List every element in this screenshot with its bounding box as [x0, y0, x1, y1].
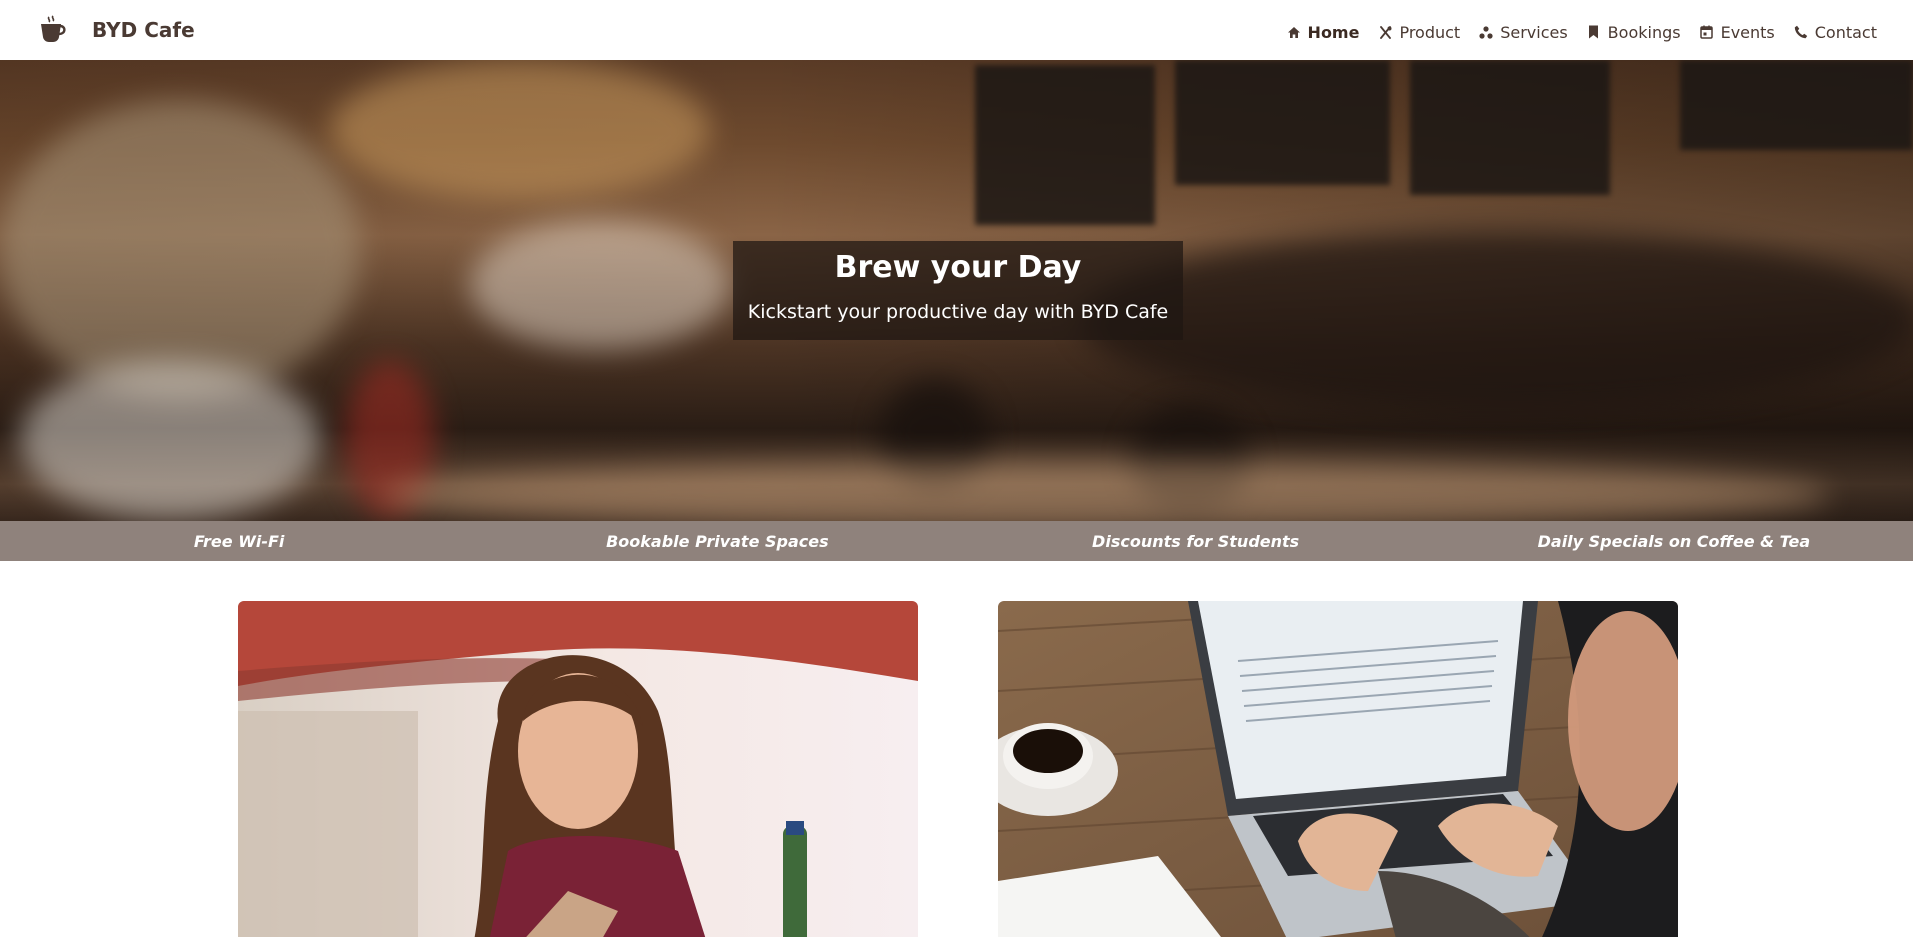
features-strip: Free Wi-Fi Bookable Private Spaces Disco…	[0, 521, 1913, 561]
hero-window-blur	[0, 100, 360, 400]
hero-subtitle: Kickstart your productive day with BYD C…	[747, 301, 1169, 323]
hero-menu-board-1	[975, 65, 1155, 225]
main-nav: Home Product Services Bookings Events Co…	[1287, 23, 1877, 42]
laptop-and-coffee-photo	[998, 601, 1678, 937]
hero-ceiling-light-blur	[330, 60, 710, 200]
nav-item-bookings[interactable]: Bookings	[1587, 23, 1681, 42]
hero-counter-light-blur	[470, 220, 730, 350]
calendar-icon	[1700, 25, 1714, 39]
nav-item-services[interactable]: Services	[1479, 22, 1568, 42]
coffee-cup-icon	[36, 13, 70, 47]
feature-free-wifi: Free Wi-Fi	[193, 531, 285, 551]
hero-menu-board-2	[1175, 60, 1390, 185]
hero-bar-top-blur	[380, 460, 1830, 521]
nav-item-product[interactable]: Product	[1378, 23, 1460, 42]
nav-item-contact[interactable]: Contact	[1794, 23, 1877, 42]
hero-menu-board-3	[1410, 60, 1610, 195]
feature-daily-specials: Daily Specials on Coffee & Tea	[1537, 531, 1811, 551]
woman-with-tablet-photo	[238, 601, 918, 937]
bookmark-icon	[1587, 25, 1601, 39]
nav-label-product: Product	[1399, 22, 1461, 42]
hero-banner: Brew your Day Kickstart your productive …	[0, 60, 1913, 521]
feature-private-spaces: Bookable Private Spaces	[606, 531, 829, 551]
nav-label-home: Home	[1307, 22, 1360, 42]
nav-item-home[interactable]: Home	[1287, 22, 1360, 42]
nav-label-services: Services	[1500, 22, 1568, 42]
brand-name: BYD Cafe	[92, 18, 195, 42]
brand-link[interactable]: BYD Cafe	[36, 13, 195, 47]
hero-menu-board-4	[1680, 60, 1913, 150]
hero-shelf-blur	[1080, 230, 1913, 410]
hero-title: Brew your Day	[834, 250, 1082, 285]
utensils-icon	[1378, 25, 1392, 39]
nav-label-contact: Contact	[1814, 22, 1877, 42]
nav-label-bookings: Bookings	[1607, 22, 1681, 42]
nav-label-events: Events	[1720, 22, 1775, 42]
nav-item-events[interactable]: Events	[1700, 23, 1775, 42]
services-icon	[1479, 25, 1493, 39]
home-icon	[1287, 25, 1301, 39]
hero-floor-blur	[20, 360, 320, 520]
feature-student-discounts: Discounts for Students	[1092, 531, 1300, 551]
phone-icon	[1794, 25, 1808, 39]
navbar: BYD Cafe Home Product Services Bookings …	[0, 0, 1913, 60]
hero-caption: Brew your Day Kickstart your productive …	[733, 241, 1183, 340]
